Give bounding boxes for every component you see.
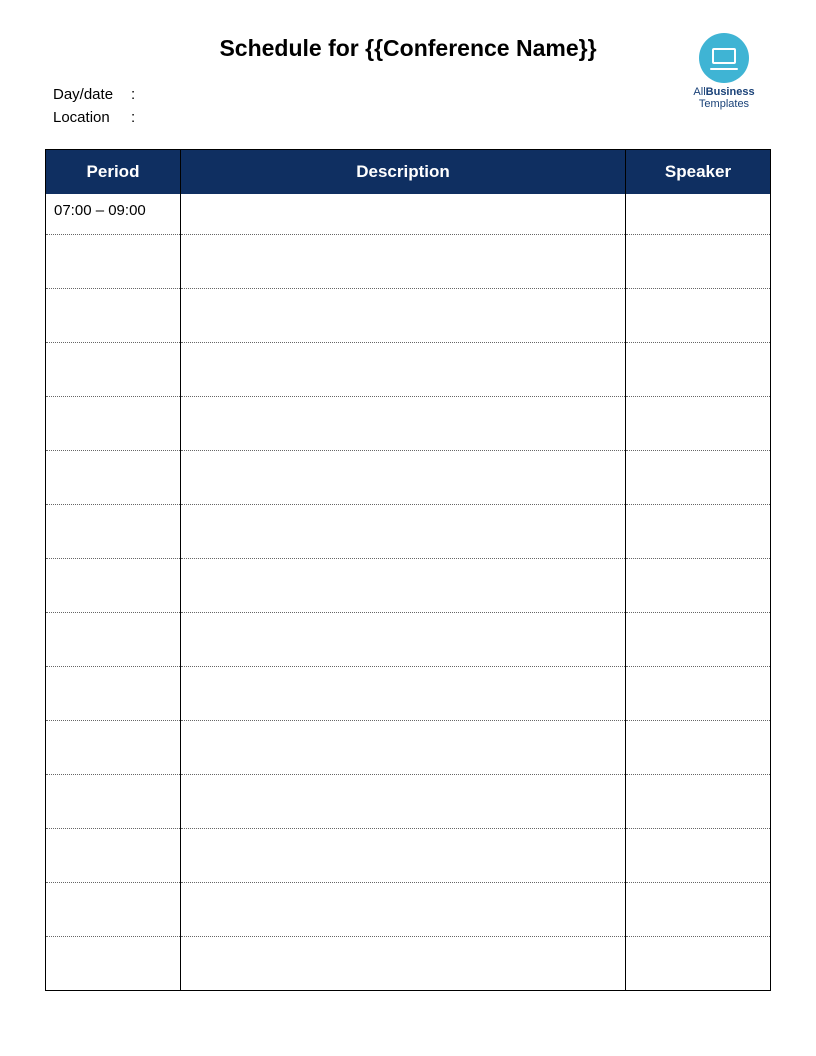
cell-speaker: [626, 504, 771, 558]
table-row: [46, 450, 771, 504]
cell-description: [181, 936, 626, 990]
cell-period: [46, 828, 181, 882]
meta-location: Location :: [53, 107, 771, 130]
cell-period: [46, 720, 181, 774]
cell-period: [46, 450, 181, 504]
cell-description: [181, 194, 626, 234]
table-row: [46, 774, 771, 828]
colon: :: [131, 107, 135, 130]
cell-speaker: [626, 396, 771, 450]
logo-text-line1: AllBusiness: [679, 86, 769, 98]
table-row: [46, 234, 771, 288]
cell-description: [181, 774, 626, 828]
schedule-table: Period Description Speaker 07:00 – 09:00: [45, 149, 771, 991]
cell-description: [181, 234, 626, 288]
cell-speaker: [626, 194, 771, 234]
table-row: 07:00 – 09:00: [46, 194, 771, 234]
cell-description: [181, 720, 626, 774]
cell-period: [46, 936, 181, 990]
cell-speaker: [626, 882, 771, 936]
column-header-period: Period: [46, 150, 181, 195]
cell-speaker: [626, 612, 771, 666]
page-title: Schedule for {{Conference Name}}: [45, 35, 771, 62]
cell-description: [181, 504, 626, 558]
cell-speaker: [626, 288, 771, 342]
cell-description: [181, 666, 626, 720]
cell-description: [181, 882, 626, 936]
cell-period: [46, 288, 181, 342]
table-row: [46, 720, 771, 774]
table-row: [46, 666, 771, 720]
cell-speaker: [626, 720, 771, 774]
cell-description: [181, 558, 626, 612]
cell-speaker: [626, 774, 771, 828]
cell-speaker: [626, 936, 771, 990]
cell-description: [181, 396, 626, 450]
table-row: [46, 882, 771, 936]
logo-text-line2: Templates: [679, 98, 769, 110]
laptop-icon: [710, 48, 738, 68]
table-row: [46, 342, 771, 396]
logo: AllBusiness Templates: [679, 33, 769, 110]
cell-period: [46, 612, 181, 666]
cell-period: [46, 342, 181, 396]
cell-period: 07:00 – 09:00: [46, 194, 181, 234]
table-row: [46, 288, 771, 342]
cell-description: [181, 342, 626, 396]
table-row: [46, 558, 771, 612]
table-row: [46, 828, 771, 882]
cell-description: [181, 828, 626, 882]
cell-period: [46, 666, 181, 720]
cell-period: [46, 558, 181, 612]
cell-description: [181, 450, 626, 504]
meta-daydate: Day/date :: [53, 84, 771, 107]
cell-period: [46, 396, 181, 450]
cell-speaker: [626, 828, 771, 882]
logo-icon: [699, 33, 749, 83]
daydate-label: Day/date: [53, 84, 131, 107]
table-row: [46, 396, 771, 450]
column-header-speaker: Speaker: [626, 150, 771, 195]
table-row: [46, 936, 771, 990]
cell-period: [46, 882, 181, 936]
table-row: [46, 612, 771, 666]
cell-period: [46, 774, 181, 828]
table-row: [46, 504, 771, 558]
colon: :: [131, 84, 135, 107]
cell-speaker: [626, 558, 771, 612]
cell-speaker: [626, 450, 771, 504]
location-label: Location: [53, 107, 131, 130]
cell-period: [46, 504, 181, 558]
cell-period: [46, 234, 181, 288]
column-header-description: Description: [181, 150, 626, 195]
cell-speaker: [626, 666, 771, 720]
cell-speaker: [626, 342, 771, 396]
cell-description: [181, 288, 626, 342]
cell-description: [181, 612, 626, 666]
cell-speaker: [626, 234, 771, 288]
